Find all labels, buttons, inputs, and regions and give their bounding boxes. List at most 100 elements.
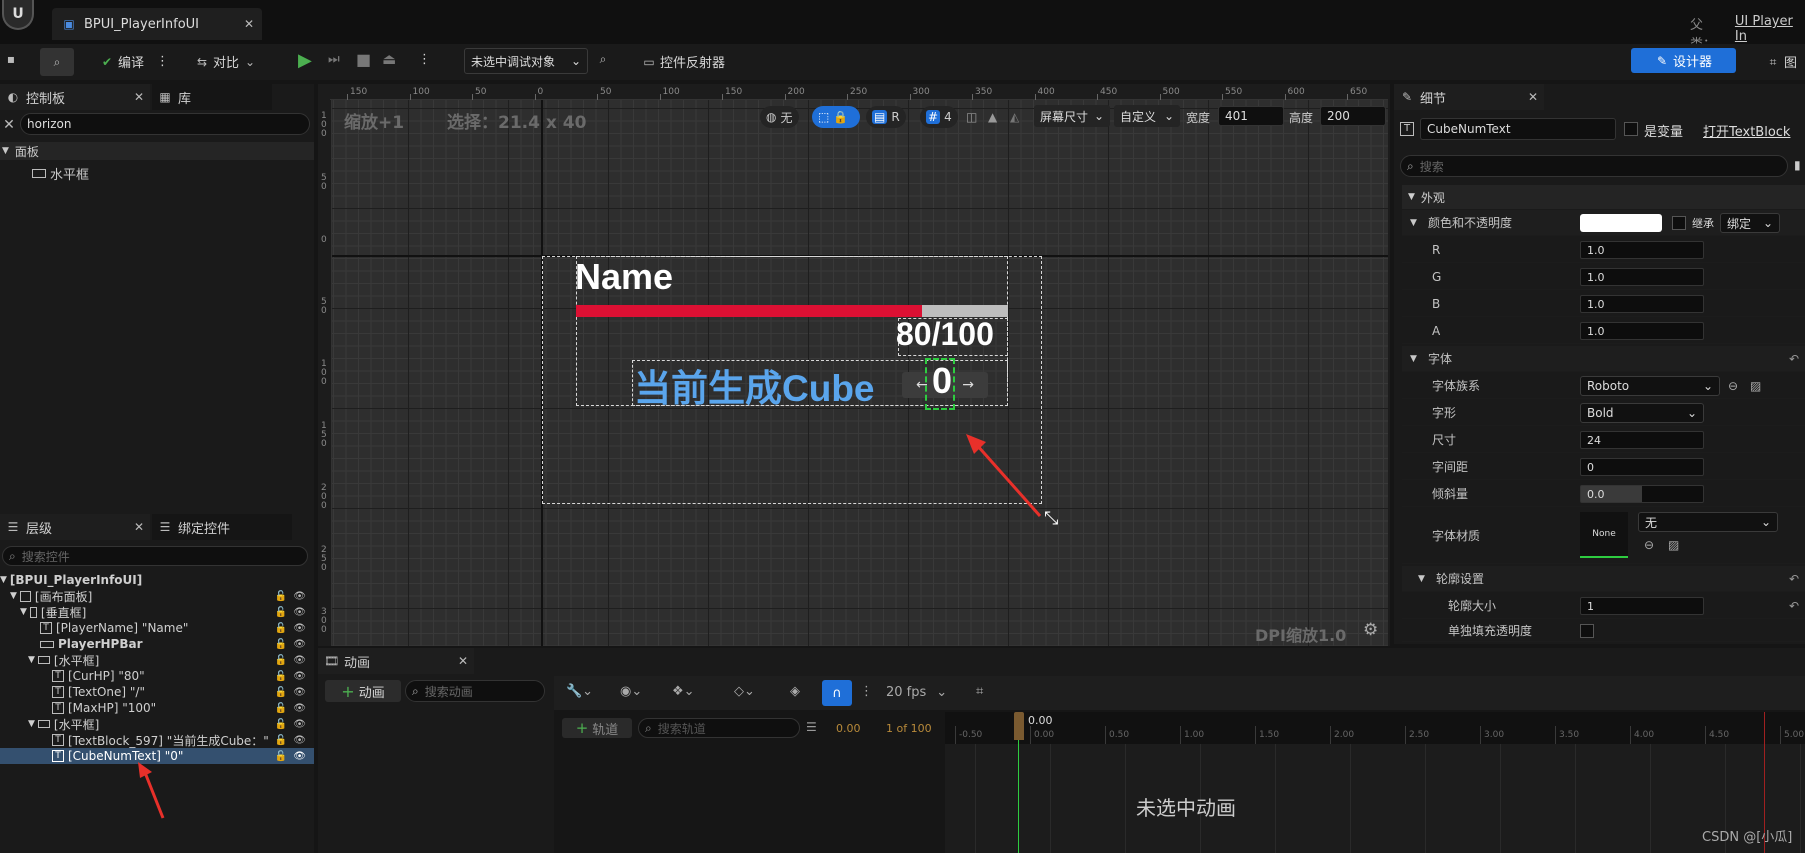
debug-target-select[interactable]: 未选中调试对象 ⌄ (464, 48, 588, 74)
palette-category[interactable]: ▼ 面板 (0, 142, 314, 160)
fill-mode-select[interactable]: 自定义 ⌄ (1114, 105, 1180, 127)
browse-icon[interactable]: ⊖ (1644, 538, 1654, 552)
resize-handle-icon[interactable]: ⤡ (1044, 508, 1058, 529)
material-thumbnail[interactable]: None (1580, 512, 1628, 558)
row-controls[interactable]: 🔓 👁 (275, 655, 306, 666)
lock-icon[interactable]: 🔓 (275, 607, 287, 618)
spacing-input[interactable]: 0 (1580, 458, 1704, 476)
details-tab[interactable]: ✎ 细节 ✕ (1394, 84, 1544, 110)
image-icon[interactable]: ▲ (988, 110, 997, 124)
a-input[interactable]: 1.0 (1580, 322, 1704, 340)
typeface-select[interactable]: Bold ⌄ (1580, 403, 1704, 423)
b-input[interactable]: 1.0 (1580, 295, 1704, 313)
close-icon[interactable]: ✕ (132, 520, 146, 534)
asset-tab[interactable]: ▣ BPUI_PlayerInfoUI ✕ (52, 8, 262, 40)
tree-row-max-hp[interactable]: T [MaxHP] "100" 🔓 👁 (0, 700, 314, 716)
hierarchy-search-input[interactable]: ⌕ 搜索控件 (2, 546, 308, 566)
tree-row-text-one[interactable]: T [TextOne] "/" 🔓 👁 (0, 684, 314, 700)
lock-icon[interactable]: 🔓 (275, 591, 287, 602)
lock-icon[interactable]: 🔓 (275, 687, 287, 698)
material-select[interactable]: 无 ⌄ (1638, 512, 1778, 532)
tree-row-cur-hp[interactable]: T [CurHP] "80" 🔓 👁 (0, 668, 314, 684)
eye-icon[interactable]: 👁 (293, 591, 306, 602)
is-variable-checkbox[interactable] (1624, 122, 1638, 136)
more-icon[interactable]: ⋮ (860, 684, 873, 699)
track-search-input[interactable]: ⌕ 搜索轨道 (638, 718, 800, 738)
row-controls[interactable]: 🔓 👁 (275, 751, 306, 762)
folder-search-icon[interactable]: ▨ (1668, 538, 1679, 552)
eye-icon[interactable]: 👁 (293, 655, 306, 666)
lock-icon[interactable]: 🔓 (275, 703, 287, 714)
step-button[interactable]: ⏭ (328, 52, 340, 67)
world-toggle[interactable]: ◍ 无 (760, 106, 799, 128)
color-swatch[interactable] (1580, 214, 1662, 232)
reset-icon[interactable]: ↶ (1789, 599, 1799, 613)
eye-icon[interactable]: 👁 (293, 623, 306, 634)
inherit-checkbox[interactable] (1672, 216, 1686, 230)
row-controls[interactable]: 🔓 👁 (275, 591, 306, 602)
clear-search-icon[interactable]: ✕ (2, 118, 16, 132)
curve-editor-icon[interactable]: ⌗ (976, 684, 983, 699)
row-controls[interactable]: 🔓 👁 (275, 719, 306, 730)
height-input[interactable]: 200 (1320, 106, 1386, 126)
eject-button[interactable]: ⏏ (382, 50, 396, 68)
move-right-arrow[interactable]: → (962, 377, 974, 393)
row-controls[interactable]: 🔓 👁 (275, 687, 306, 698)
folder-search-icon[interactable]: ▨ (1750, 379, 1761, 393)
grid-snap-toggle[interactable]: # 4 (920, 106, 958, 128)
playback-options-menu[interactable]: ❖⌄ (672, 684, 695, 699)
reset-icon[interactable]: ↶ (1789, 352, 1799, 366)
animation-tab[interactable]: 🎞 动画 ✕ (318, 648, 474, 674)
row-controls[interactable]: 🔓 👁 (275, 735, 306, 746)
eye-icon[interactable]: 👁 (293, 719, 306, 730)
details-search-input[interactable]: ⌕ 搜索 (1400, 155, 1788, 177)
animation-search-input[interactable]: ⌕ 搜索动画 (405, 680, 545, 702)
palette-search-input[interactable]: horizon (20, 113, 310, 135)
diff-button[interactable]: ⇆ 对比 ⌄ (195, 52, 257, 72)
browse-button[interactable]: ⌕ (40, 48, 74, 76)
fps-select[interactable]: 20 fps ⌄ (886, 685, 947, 700)
g-input[interactable]: 1.0 (1580, 268, 1704, 286)
key-icon[interactable]: ◈ (790, 684, 800, 699)
cube-label-text[interactable]: 当前生成Cube (634, 358, 875, 412)
debug-search-button[interactable]: ⌕ (596, 52, 610, 66)
eye-icon[interactable]: 👁 (293, 687, 306, 698)
bind-select[interactable]: 绑定 ⌄ (1720, 213, 1780, 233)
playhead-marker[interactable] (1014, 712, 1024, 740)
gear-icon[interactable]: ⚙ (1363, 620, 1378, 640)
browse-icon[interactable]: ⊖ (1728, 379, 1738, 393)
appearance-section[interactable]: ▼ 外观 (1402, 185, 1805, 209)
snap-toggle[interactable]: ∩ (822, 680, 852, 706)
lock-icon[interactable]: 🔓 (275, 639, 287, 650)
lock-icon[interactable]: 🔓 (275, 623, 287, 634)
library-tab[interactable]: ▦ 库 (152, 84, 272, 110)
width-input[interactable]: 401 (1218, 106, 1284, 126)
open-textblock-link[interactable]: 打开TextBlock (1703, 121, 1790, 140)
screen-size-select[interactable]: 屏幕尺寸 ⌄ (1034, 105, 1110, 127)
more-icon[interactable]: ⋮ (156, 54, 169, 69)
bind-widgets-tab[interactable]: ☰ 绑定控件 (152, 514, 292, 540)
save-button[interactable]: ▪ (4, 52, 18, 66)
eye-icon[interactable]: 👁 (293, 751, 306, 762)
details-options-icon[interactable]: ▮ (1794, 158, 1801, 172)
close-icon[interactable]: ✕ (456, 654, 470, 668)
separate-fill-checkbox[interactable] (1580, 624, 1594, 638)
lock-icon[interactable]: 🔓 (275, 655, 287, 666)
wrench-menu[interactable]: 🔧⌄ (566, 684, 593, 699)
stop-button[interactable]: ■ (356, 50, 371, 69)
graph-button[interactable]: ⌗ 图 (1766, 52, 1797, 72)
r-input[interactable]: 1.0 (1580, 241, 1704, 259)
row-controls[interactable]: 🔓 👁 (275, 607, 306, 618)
mountain-icon[interactable]: ◭ (1010, 110, 1019, 124)
skew-input[interactable]: 0.0 (1580, 485, 1704, 503)
player-name-text[interactable]: Name (575, 256, 673, 298)
eye-icon[interactable]: 👁 (293, 607, 306, 618)
tree-row-textblock-597[interactable]: T [TextBlock_597] "当前生成Cube：" 🔓 👁 (0, 732, 314, 748)
palette-tab[interactable]: ◐ 控制板 ✕ (0, 84, 150, 110)
view-options-menu[interactable]: ◉⌄ (620, 684, 642, 699)
respect-locks-toggle[interactable]: ▤ R (866, 106, 906, 128)
font-row[interactable]: ▼ 字体 ↶ (1402, 346, 1805, 372)
add-track-button[interactable]: + 轨道 (562, 718, 632, 738)
lock-icon[interactable]: 🔓 (275, 719, 287, 730)
compile-button[interactable]: ✔ 编译 ⋮ (100, 52, 169, 71)
